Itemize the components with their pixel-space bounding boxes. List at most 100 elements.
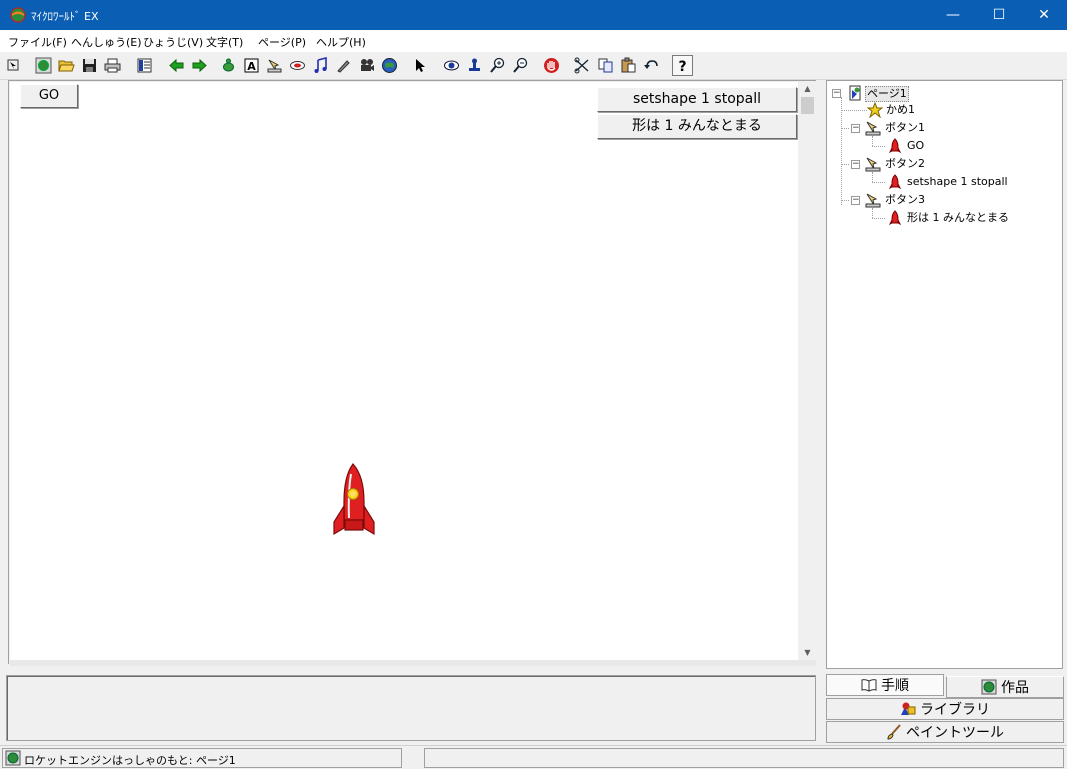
message-area[interactable]	[6, 675, 816, 741]
globe-blue-icon[interactable]	[379, 55, 400, 76]
menu-page[interactable]: ページ(P)	[258, 34, 306, 50]
back-arrow-icon[interactable]	[166, 55, 187, 76]
turtle-icon[interactable]	[218, 55, 239, 76]
globe-icon[interactable]	[33, 55, 54, 76]
text-box-icon[interactable]: A	[241, 55, 262, 76]
tree-label-button1: ボタン1	[885, 121, 925, 134]
forward-arrow-icon[interactable]	[189, 55, 210, 76]
tree-label-button3-command: 形は 1 みんなとまる	[907, 211, 1009, 224]
open-folder-icon[interactable]	[56, 55, 77, 76]
toolbar: A ?	[0, 52, 1067, 80]
window-title: ﾏｲｸﾛﾜｰﾙﾄﾞ EX	[31, 10, 99, 23]
work-canvas[interactable]	[10, 82, 798, 660]
paintbrush-icon	[887, 724, 901, 740]
rocket-small-icon	[888, 174, 902, 190]
tab-library-label: ライブラリ	[920, 702, 990, 718]
layout-icon[interactable]	[134, 55, 155, 76]
help-icon[interactable]: ?	[672, 55, 693, 76]
svg-text:A: A	[247, 60, 256, 73]
cut-icon[interactable]	[572, 55, 593, 76]
tree-collapse-button3[interactable]: −	[851, 196, 860, 205]
tab-works-label: 作品	[1001, 680, 1029, 696]
app-globe-icon	[10, 7, 26, 23]
save-icon[interactable]	[79, 55, 100, 76]
zoom-in-icon[interactable]	[487, 55, 508, 76]
tree-collapse-button2[interactable]: −	[851, 160, 860, 169]
tree-item-button2-command[interactable]: setshape 1 stopall	[887, 174, 1037, 191]
copy-icon[interactable]	[595, 55, 616, 76]
menu-edit[interactable]: へんしゅう(E)	[71, 34, 142, 50]
button-object-icon	[865, 157, 881, 172]
menu-help[interactable]: ヘルプ(H)	[316, 34, 366, 50]
undo-icon[interactable]	[641, 55, 662, 76]
page-icon	[849, 85, 861, 101]
tree-connector	[841, 164, 849, 165]
scroll-up-arrow[interactable]: ▲	[799, 82, 816, 96]
tree-item-button2[interactable]: ボタン2	[865, 157, 965, 173]
tab-paint-tool-label: ペイントツール	[906, 725, 1004, 741]
tree-item-button3-command[interactable]: 形は 1 みんなとまる	[887, 210, 1037, 227]
tree-connector	[872, 172, 873, 182]
tree-label-turtle: かめ1	[886, 103, 915, 116]
rocket-turtle-icon[interactable]	[330, 462, 376, 542]
tab-steps-label: 手順	[881, 678, 909, 694]
minimize-button[interactable]: —	[930, 0, 976, 30]
tree-label-page: ページ1	[865, 86, 909, 102]
tab-works[interactable]: 作品	[946, 676, 1064, 698]
tree-collapse-page[interactable]: −	[832, 89, 841, 98]
print-icon[interactable]	[102, 55, 123, 76]
pen-icon[interactable]	[333, 55, 354, 76]
tree-connector	[841, 97, 842, 205]
eraser-icon[interactable]	[287, 55, 308, 76]
go-button[interactable]: GO	[20, 84, 78, 108]
tree-label-button2-command: setshape 1 stopall	[907, 175, 1008, 188]
title-bar: ﾏｲｸﾛﾜｰﾙﾄﾞ EX — ☐ ✕	[0, 0, 1067, 30]
tree-label-button2: ボタン2	[885, 157, 925, 170]
button-tool-icon[interactable]	[264, 55, 285, 76]
close-button[interactable]: ✕	[1021, 0, 1067, 30]
status-cell-secondary	[424, 748, 1064, 768]
canvas-vertical-scrollbar[interactable]: ▲ ▼	[799, 82, 816, 660]
tree-connector	[872, 146, 885, 147]
tree-connector	[872, 182, 885, 183]
tree-label-button1-command: GO	[907, 139, 925, 152]
tree-item-button3[interactable]: ボタン3	[865, 193, 965, 209]
zoom-out-icon[interactable]	[510, 55, 531, 76]
tree-collapse-button1[interactable]: −	[851, 124, 860, 133]
status-globe-icon	[5, 750, 21, 766]
menu-text[interactable]: 文字(T)	[206, 34, 243, 50]
tree-item-button1-command[interactable]: GO	[887, 138, 1007, 155]
tree-connector	[872, 208, 873, 218]
status-text: ロケットエンジンはっしゃのもと: ページ1	[24, 754, 236, 767]
paste-icon[interactable]	[618, 55, 639, 76]
eye-icon[interactable]	[441, 55, 462, 76]
object-tree[interactable]: − ページ1 かめ1 − ボタン1 GO − ボタン2 setshape 1 s…	[826, 80, 1063, 669]
maximize-button[interactable]: ☐	[976, 0, 1022, 30]
tree-connector	[841, 128, 849, 129]
menu-file[interactable]: ファイル(F)	[8, 34, 67, 50]
status-cell-main: ロケットエンジンはっしゃのもと: ページ1	[2, 748, 402, 768]
tree-item-button1[interactable]: ボタン1	[865, 121, 965, 137]
tree-item-page[interactable]: ページ1	[847, 85, 947, 102]
stamp-icon[interactable]	[464, 55, 485, 76]
menu-view[interactable]: ひょうじ(V)	[143, 34, 203, 50]
scroll-down-arrow[interactable]: ▼	[799, 646, 816, 660]
button-object-icon	[865, 193, 881, 208]
shapes-icon	[901, 702, 916, 715]
tab-paint-tool[interactable]: ペイントツール	[826, 721, 1064, 743]
tree-connector	[872, 218, 885, 219]
pointer-small-icon[interactable]	[3, 55, 24, 76]
tab-steps[interactable]: 手順	[826, 674, 944, 696]
canvas-bottom-bar	[10, 660, 816, 666]
setshape-stopall-button[interactable]: setshape 1 stopall	[597, 87, 797, 112]
stop-hand-icon[interactable]	[541, 55, 562, 76]
music-note-icon[interactable]	[310, 55, 331, 76]
book-icon	[861, 679, 877, 692]
select-arrow-icon[interactable]	[410, 55, 431, 76]
rocket-small-icon	[888, 210, 902, 226]
movie-icon[interactable]	[356, 55, 377, 76]
tab-library[interactable]: ライブラリ	[826, 698, 1064, 720]
scroll-thumb[interactable]	[801, 97, 814, 114]
shape-stop-all-button[interactable]: 形は 1 みんなとまる	[597, 114, 797, 139]
tree-item-turtle[interactable]: かめ1	[867, 102, 967, 119]
